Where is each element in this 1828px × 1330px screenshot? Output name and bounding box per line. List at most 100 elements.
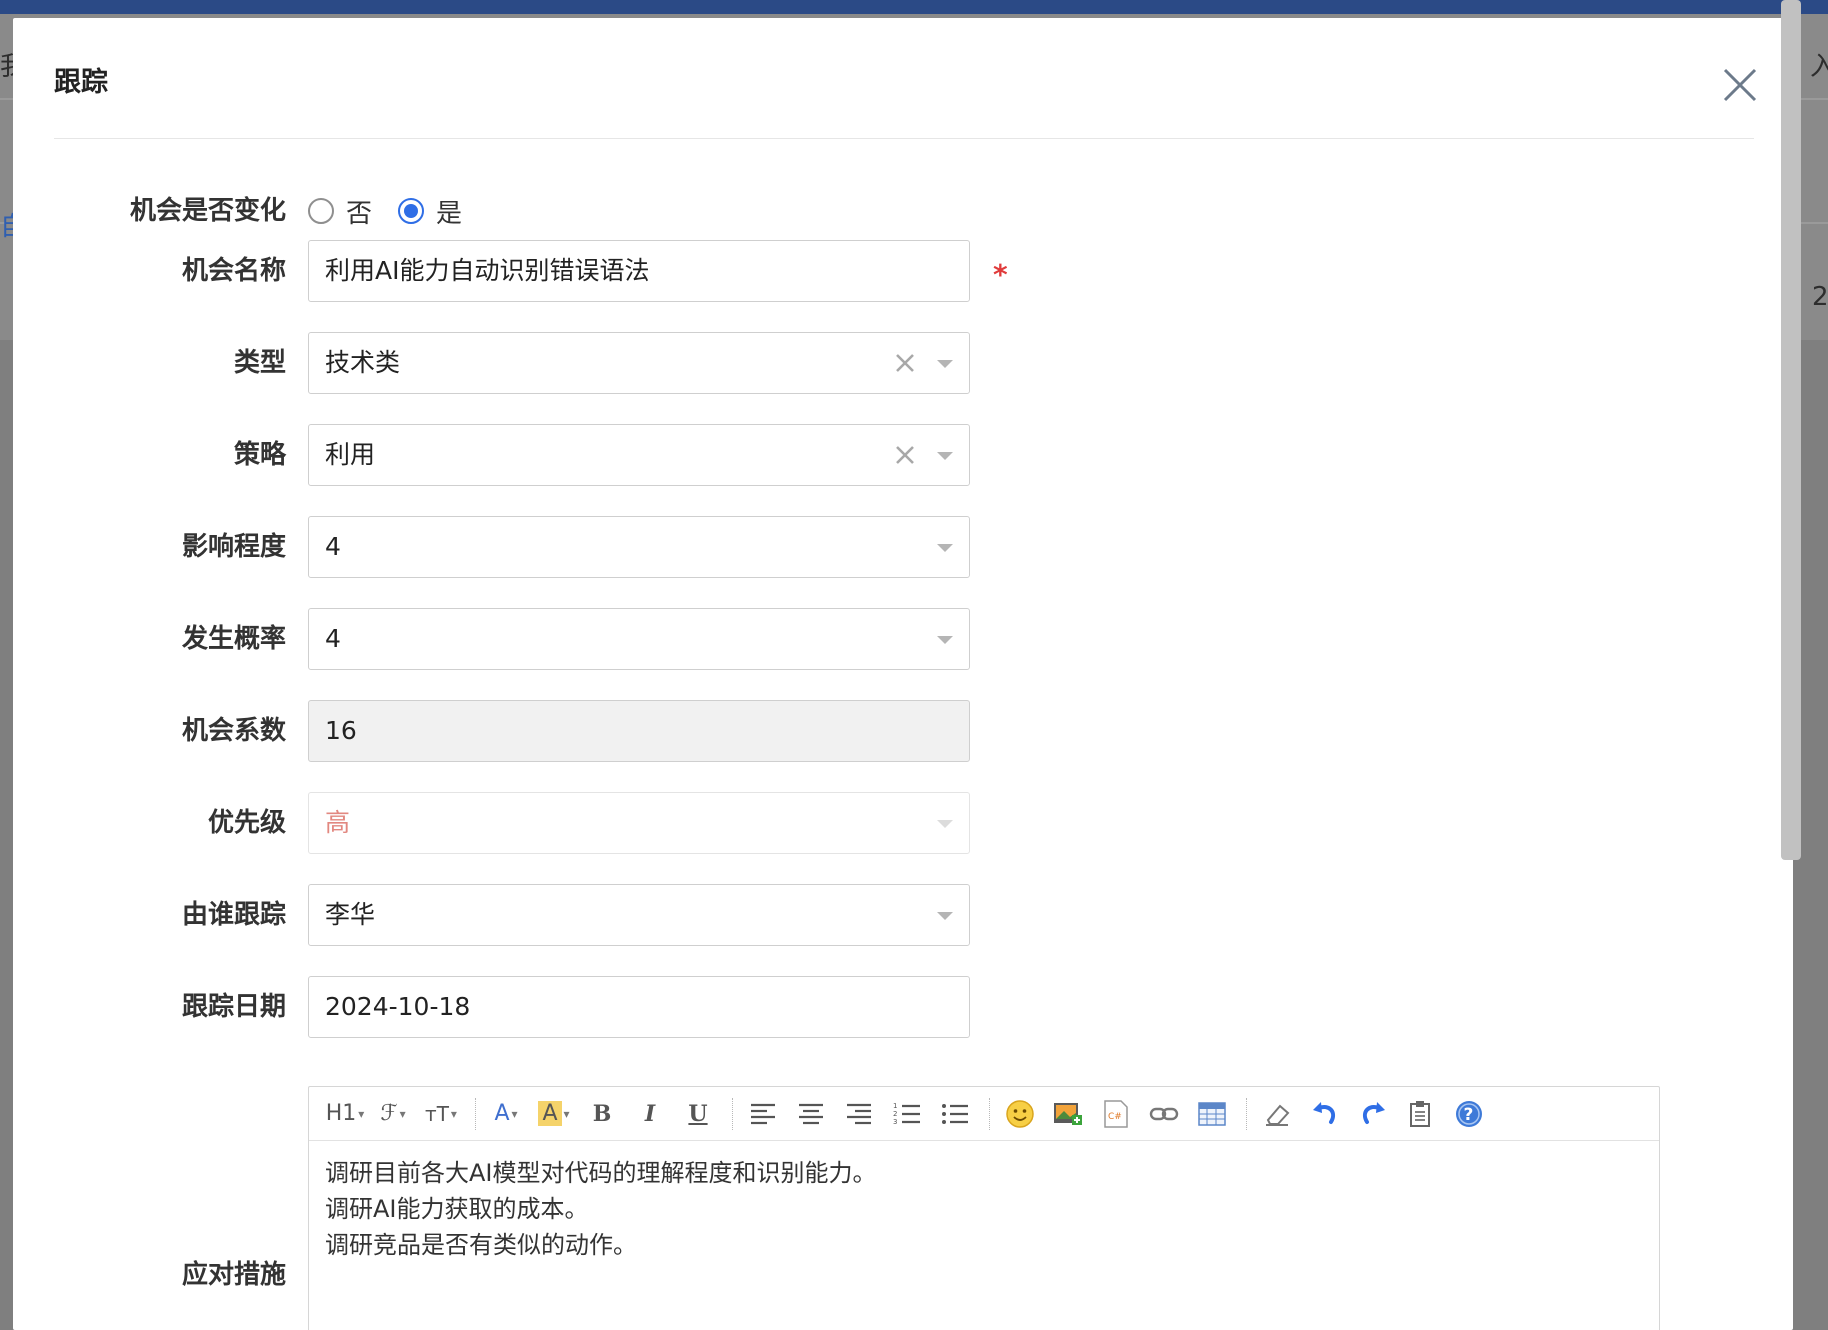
italic-icon: I	[644, 1100, 656, 1127]
undo-button[interactable]	[1303, 1094, 1347, 1134]
ordered-list-icon: 123	[893, 1102, 920, 1126]
align-right-icon	[847, 1103, 871, 1124]
radio-yes-label[interactable]: 是	[436, 193, 462, 230]
close-icon	[1723, 68, 1757, 102]
clipboard-icon	[1410, 1100, 1430, 1127]
backdrop-text: 2	[1812, 282, 1828, 312]
scrollbar[interactable]	[1781, 0, 1801, 860]
heading-button[interactable]: H1 ▾	[323, 1094, 367, 1134]
date-input[interactable]: 2024-10-18	[308, 976, 970, 1038]
impact-value: 4	[325, 532, 341, 561]
chevron-down-icon[interactable]	[937, 360, 953, 368]
backdrop-topbar	[0, 0, 1828, 14]
help-icon: ?	[1456, 1100, 1482, 1127]
toolbar-separator	[732, 1097, 733, 1130]
owner-select[interactable]: 李华	[308, 884, 970, 946]
close-button[interactable]	[1713, 58, 1767, 112]
label-impact: 影响程度	[181, 532, 286, 562]
emoji-icon	[1006, 1099, 1034, 1128]
changed-radio-group: 否 是	[308, 180, 488, 242]
modal-title: 跟踪	[54, 67, 108, 98]
name-input[interactable]: 利用AI能力自动识别错误语法	[308, 240, 970, 302]
coefficient-value: 16	[325, 716, 357, 745]
radio-no-label[interactable]: 否	[346, 193, 372, 230]
ordered-list-button[interactable]: 123	[885, 1094, 929, 1134]
underline-button[interactable]: U	[676, 1094, 720, 1134]
font-color-icon: A	[494, 1101, 510, 1126]
chevron-down-icon[interactable]	[937, 544, 953, 552]
type-select[interactable]: 技术类	[308, 332, 970, 394]
radio-yes[interactable]	[398, 198, 425, 224]
font-color-button[interactable]: A ▾	[484, 1094, 528, 1134]
svg-text:?: ?	[1464, 1105, 1474, 1125]
editor-content[interactable]: 调研目前各大AI模型对代码的理解程度和识别能力。 调研AI能力获取的成本。 调研…	[325, 1155, 877, 1263]
editor-line: 调研AI能力获取的成本。	[325, 1195, 589, 1223]
undo-icon	[1313, 1101, 1336, 1124]
image-icon	[1054, 1102, 1082, 1125]
label-measures: 应对措施	[181, 1260, 286, 1290]
priority-value: 高	[325, 808, 351, 837]
bold-button[interactable]: B	[580, 1094, 624, 1134]
code-icon: C#	[1104, 1099, 1128, 1128]
eraser-icon	[1266, 1104, 1290, 1126]
coefficient-field: 16	[308, 700, 970, 762]
font-family-icon: ℱ	[380, 1101, 398, 1126]
align-right-button[interactable]	[837, 1094, 881, 1134]
align-center-icon	[799, 1103, 823, 1124]
label-owner: 由谁跟踪	[181, 900, 286, 930]
clear-format-button[interactable]	[1255, 1094, 1299, 1134]
date-value: 2024-10-18	[325, 992, 471, 1021]
svg-text:3: 3	[893, 1118, 897, 1126]
probability-select[interactable]: 4	[308, 608, 970, 670]
italic-button[interactable]: I	[628, 1094, 672, 1134]
align-center-button[interactable]	[789, 1094, 833, 1134]
chevron-down-icon	[937, 820, 953, 828]
strategy-value: 利用	[325, 440, 376, 469]
toolbar-separator	[475, 1097, 476, 1130]
toolbar-separator	[1246, 1097, 1247, 1130]
align-left-button[interactable]	[741, 1094, 785, 1134]
name-value: 利用AI能力自动识别错误语法	[325, 256, 650, 285]
required-mark: *	[993, 258, 1008, 291]
svg-text:2: 2	[893, 1110, 897, 1118]
table-icon	[1198, 1101, 1226, 1126]
bold-icon: B	[592, 1100, 612, 1127]
highlight-icon: A	[538, 1101, 562, 1126]
font-size-button[interactable]: тT ▾	[419, 1094, 463, 1134]
radio-no[interactable]	[308, 198, 334, 224]
help-button[interactable]: ?	[1447, 1094, 1491, 1134]
emoji-button[interactable]	[998, 1094, 1042, 1134]
svg-text:1: 1	[893, 1102, 897, 1110]
backdrop-text: 入	[1810, 52, 1828, 82]
chevron-down-icon[interactable]	[937, 912, 953, 920]
modal-header: 跟踪	[13, 18, 1793, 138]
rich-text-editor[interactable]: H1 ▾ ℱ ▾ тT ▾ A ▾ A ▾ B I U 1 2 3 C# ? 调…	[308, 1086, 1660, 1330]
insert-table-button[interactable]	[1190, 1094, 1234, 1134]
insert-image-button[interactable]	[1046, 1094, 1090, 1134]
unordered-list-button[interactable]	[933, 1094, 977, 1134]
label-name: 机会名称	[181, 256, 286, 286]
insert-code-button[interactable]: C#	[1094, 1094, 1138, 1134]
heading-icon: H1	[325, 1101, 357, 1126]
redo-icon	[1362, 1101, 1385, 1124]
paste-button[interactable]	[1399, 1094, 1443, 1134]
label-strategy: 策略	[233, 440, 286, 470]
font-family-button[interactable]: ℱ ▾	[371, 1094, 415, 1134]
link-icon	[1149, 1107, 1179, 1120]
clear-icon[interactable]	[893, 351, 917, 375]
chevron-down-icon[interactable]	[937, 636, 953, 644]
highlight-button[interactable]: A ▾	[532, 1094, 576, 1134]
editor-toolbar: H1 ▾ ℱ ▾ тT ▾ A ▾ A ▾ B I U 1 2 3 C# ?	[309, 1087, 1659, 1141]
priority-select: 高	[308, 792, 970, 854]
editor-line: 调研目前各大AI模型对代码的理解程度和识别能力。	[325, 1159, 877, 1187]
unordered-list-icon	[942, 1103, 968, 1124]
chevron-down-icon[interactable]	[937, 452, 953, 460]
clear-icon[interactable]	[893, 443, 917, 467]
redo-button[interactable]	[1351, 1094, 1395, 1134]
insert-link-button[interactable]	[1142, 1094, 1186, 1134]
label-type: 类型	[233, 348, 286, 378]
strategy-select[interactable]: 利用	[308, 424, 970, 486]
impact-select[interactable]: 4	[308, 516, 970, 578]
label-priority: 优先级	[207, 808, 286, 838]
label-changed: 机会是否变化	[129, 196, 286, 226]
